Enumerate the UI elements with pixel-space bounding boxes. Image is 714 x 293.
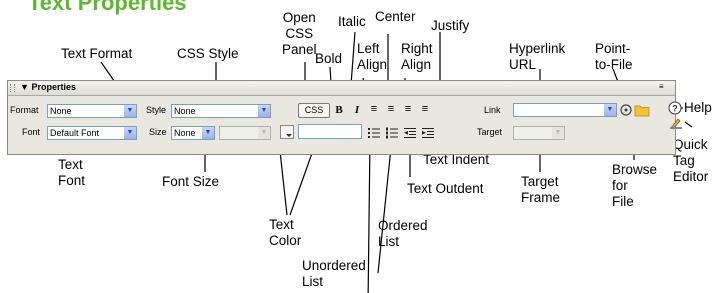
- callout-bold: Bold: [315, 51, 343, 66]
- bold-button[interactable]: B: [333, 104, 345, 116]
- css-panel-button[interactable]: CSS: [298, 103, 330, 118]
- folder-icon[interactable]: [634, 103, 650, 117]
- outdent-icon[interactable]: [403, 126, 417, 140]
- callout-browse-for-file: Browse for File: [612, 162, 658, 209]
- bullet-list-icon[interactable]: [367, 126, 381, 140]
- help-icon[interactable]: ?: [668, 101, 682, 115]
- text-color-input[interactable]: [298, 124, 362, 139]
- style-label: Style: [146, 105, 167, 115]
- callout-justify: Justify: [431, 18, 470, 33]
- align-center-icon[interactable]: ≡: [385, 103, 397, 115]
- panel-title[interactable]: ▼ Properties: [20, 82, 76, 92]
- size-unit-select: ▼: [219, 126, 271, 140]
- callout-open-css-panel: Open CSS Panel: [282, 10, 317, 57]
- style-value: None: [174, 106, 196, 116]
- chevron-down-icon: ▼: [258, 127, 270, 139]
- align-right-icon[interactable]: ≡: [402, 103, 414, 115]
- chevron-down-icon: ▼: [604, 104, 616, 116]
- panel-header: ▼ Properties ≡: [8, 81, 675, 96]
- callout-center: Center: [375, 9, 416, 24]
- quick-tag-editor-icon[interactable]: [669, 116, 683, 130]
- target-select: ▼: [513, 126, 565, 140]
- callout-hyperlink-url: Hyperlink URL: [509, 41, 566, 72]
- callout-ordered-list: Ordered List: [378, 218, 428, 249]
- format-label: Format: [10, 105, 39, 115]
- callout-text-font: Text Font: [58, 157, 86, 188]
- svg-text:?: ?: [672, 104, 678, 114]
- callout-css-style: CSS Style: [177, 46, 239, 61]
- chevron-down-icon: ▼: [202, 127, 214, 139]
- style-select[interactable]: None ▼: [171, 104, 271, 118]
- panel-title-text: Properties: [31, 82, 76, 92]
- numbered-list-icon[interactable]: [385, 126, 399, 140]
- italic-button[interactable]: I: [351, 104, 363, 116]
- callout-italic: Italic: [338, 14, 366, 29]
- callout-text-outdent: Text Outdent: [407, 181, 484, 196]
- align-left-icon[interactable]: ≡: [368, 103, 380, 115]
- font-value: Default Font: [50, 128, 100, 138]
- text-color-swatch[interactable]: [280, 125, 294, 139]
- callout-text-color: Text Color: [269, 217, 302, 248]
- chevron-down-icon: ▼: [552, 127, 564, 139]
- format-select[interactable]: None ▼: [47, 104, 137, 118]
- link-label: Link: [484, 105, 501, 115]
- callout-target-frame: Target Frame: [521, 174, 561, 205]
- font-select[interactable]: Default Font ▼: [47, 126, 137, 140]
- size-value: None: [174, 128, 196, 138]
- grip-handle-icon[interactable]: [10, 84, 15, 92]
- indent-icon[interactable]: [421, 126, 435, 140]
- triangle-down-icon: ▼: [20, 82, 29, 92]
- callout-font-size: Font Size: [162, 174, 220, 189]
- point-to-file-icon[interactable]: [619, 103, 633, 117]
- callout-quick-tag-editor: Quick Tag Editor: [673, 137, 709, 184]
- format-value: None: [50, 106, 72, 116]
- chevron-down-icon: ▼: [124, 105, 136, 117]
- size-select[interactable]: None ▼: [171, 126, 215, 140]
- font-label: Font: [22, 127, 41, 137]
- callout-text-format: Text Format: [61, 46, 133, 61]
- target-label: Target: [477, 127, 503, 137]
- chevron-down-icon: ▼: [258, 105, 270, 117]
- callout-help: Help: [684, 100, 712, 115]
- chevron-down-icon: ▼: [124, 127, 136, 139]
- size-label: Size: [149, 127, 167, 137]
- callout-point-to-file: Point- to-File: [595, 41, 633, 72]
- link-input[interactable]: ▼: [513, 103, 617, 117]
- callout-unordered-list: Unordered List: [302, 258, 366, 289]
- list-menu-icon[interactable]: ≡: [659, 83, 669, 92]
- justify-icon[interactable]: ≡: [419, 103, 431, 115]
- callout-right-align: Right Align: [401, 41, 433, 72]
- callout-left-align: Left Align: [357, 41, 388, 72]
- properties-panel: ▼ Properties ≡ Format None ▼ Style None …: [7, 80, 676, 155]
